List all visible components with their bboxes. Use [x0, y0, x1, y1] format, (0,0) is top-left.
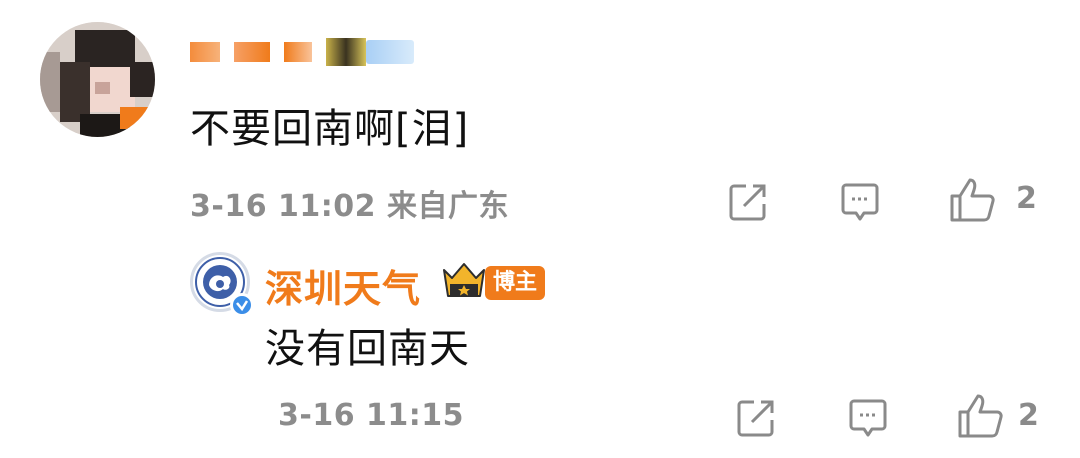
- reply-timestamp: 3-16 11:15: [278, 398, 465, 433]
- like-count: 2: [1018, 398, 1039, 433]
- reply-text: 没有回南天: [265, 326, 470, 372]
- avatar[interactable]: [40, 22, 155, 137]
- comment-meta: 3-16 11:02 来自广东: [190, 181, 509, 225]
- level-badge: [366, 40, 414, 64]
- like-icon[interactable]: [948, 176, 996, 224]
- name-blur: [190, 42, 220, 62]
- name-blur: [284, 42, 312, 62]
- reply-author-name[interactable]: 深圳天气: [265, 258, 421, 313]
- location: 来自广东: [386, 189, 509, 224]
- share-icon[interactable]: [734, 396, 778, 440]
- timestamp: 3-16 11:02: [190, 189, 377, 224]
- verified-icon: [230, 293, 254, 317]
- comment-text: 不要回南啊[泪]: [190, 106, 470, 152]
- blogger-badge: 博主: [485, 266, 546, 300]
- name-blur: [234, 42, 270, 62]
- comment-icon[interactable]: [846, 396, 890, 440]
- crown-icon: [443, 263, 485, 297]
- comment-icon[interactable]: [838, 180, 882, 224]
- author-name[interactable]: [190, 34, 428, 70]
- crown-icon: [326, 38, 366, 66]
- share-icon[interactable]: [726, 180, 770, 224]
- like-icon[interactable]: [956, 392, 1004, 440]
- like-count: 2: [1016, 181, 1037, 216]
